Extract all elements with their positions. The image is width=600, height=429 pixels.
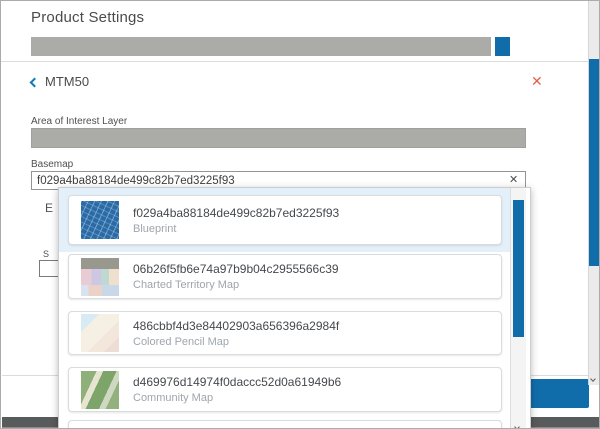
chevron-down-icon[interactable] bbox=[591, 368, 595, 386]
basemap-thumbnail-community bbox=[81, 371, 119, 409]
basemap-option-text: f029a4ba88184de499c82b7ed3225f93 Blueprin… bbox=[133, 206, 339, 235]
aoi-disabled-input bbox=[31, 128, 526, 148]
product-action-button[interactable] bbox=[495, 37, 510, 56]
product-disabled-input bbox=[31, 37, 491, 56]
basemap-option-id: 06b26f5fb6e74a97b9b04c2955566c39 bbox=[133, 262, 339, 276]
basemap-option-partial[interactable] bbox=[68, 420, 502, 429]
aoi-label: Area of Interest Layer bbox=[31, 116, 127, 127]
obscured-field-label-e: E bbox=[45, 201, 53, 215]
chevron-down-icon[interactable] bbox=[515, 416, 519, 429]
basemap-option-id: f029a4ba88184de499c82b7ed3225f93 bbox=[133, 206, 339, 220]
basemap-option[interactable]: d469976d14974f0daccc52d0a61949b6 Communit… bbox=[68, 367, 502, 412]
back-button[interactable]: MTM50 bbox=[31, 74, 89, 89]
chevron-left-icon bbox=[30, 77, 40, 87]
basemap-dropdown: f029a4ba88184de499c82b7ed3225f93 Blueprin… bbox=[58, 187, 531, 429]
basemap-option-selected[interactable]: f029a4ba88184de499c82b7ed3225f93 Blueprin… bbox=[68, 195, 502, 245]
basemap-option-text: d469976d14974f0daccc52d0a61949b6 Communit… bbox=[133, 375, 341, 404]
dropdown-scrollbar[interactable] bbox=[510, 188, 526, 429]
basemap-thumbnail-colored-pencil bbox=[81, 314, 119, 352]
close-panel-icon[interactable]: ✕ bbox=[531, 74, 543, 88]
basemap-option-id: 486cbbf4d3e84402903a656396a2984f bbox=[133, 319, 339, 333]
header-divider bbox=[1, 61, 588, 62]
basemap-thumbnail-charted-territory bbox=[81, 258, 119, 296]
dropdown-scrollbar-thumb[interactable] bbox=[513, 200, 524, 337]
basemap-option-text: 06b26f5fb6e74a97b9b04c2955566c39 Charted … bbox=[133, 262, 339, 291]
basemap-option[interactable]: 486cbbf4d3e84402903a656396a2984f Colored … bbox=[68, 311, 502, 355]
page-scrollbar[interactable] bbox=[588, 1, 599, 385]
page-title: Product Settings bbox=[31, 9, 144, 26]
basemap-thumbnail-blueprint bbox=[81, 201, 119, 239]
back-label: MTM50 bbox=[45, 74, 89, 89]
page-scrollbar-thumb[interactable] bbox=[589, 59, 599, 266]
basemap-option-name: Blueprint bbox=[133, 223, 339, 235]
basemap-label: Basemap bbox=[31, 159, 73, 170]
primary-action-button[interactable] bbox=[522, 379, 589, 408]
basemap-option[interactable]: 06b26f5fb6e74a97b9b04c2955566c39 Charted … bbox=[68, 254, 502, 299]
clear-basemap-icon[interactable]: ✕ bbox=[509, 173, 518, 187]
basemap-option-name: Colored Pencil Map bbox=[133, 336, 339, 348]
basemap-option-text: 486cbbf4d3e84402903a656396a2984f Colored … bbox=[133, 319, 339, 348]
basemap-option-name: Charted Territory Map bbox=[133, 279, 339, 291]
basemap-option-id: d469976d14974f0daccc52d0a61949b6 bbox=[133, 375, 341, 389]
product-settings-window: Product Settings MTM50 ✕ Area of Interes… bbox=[0, 0, 600, 429]
obscured-field-label-s: S bbox=[43, 249, 49, 259]
basemap-option-name: Community Map bbox=[133, 392, 341, 404]
